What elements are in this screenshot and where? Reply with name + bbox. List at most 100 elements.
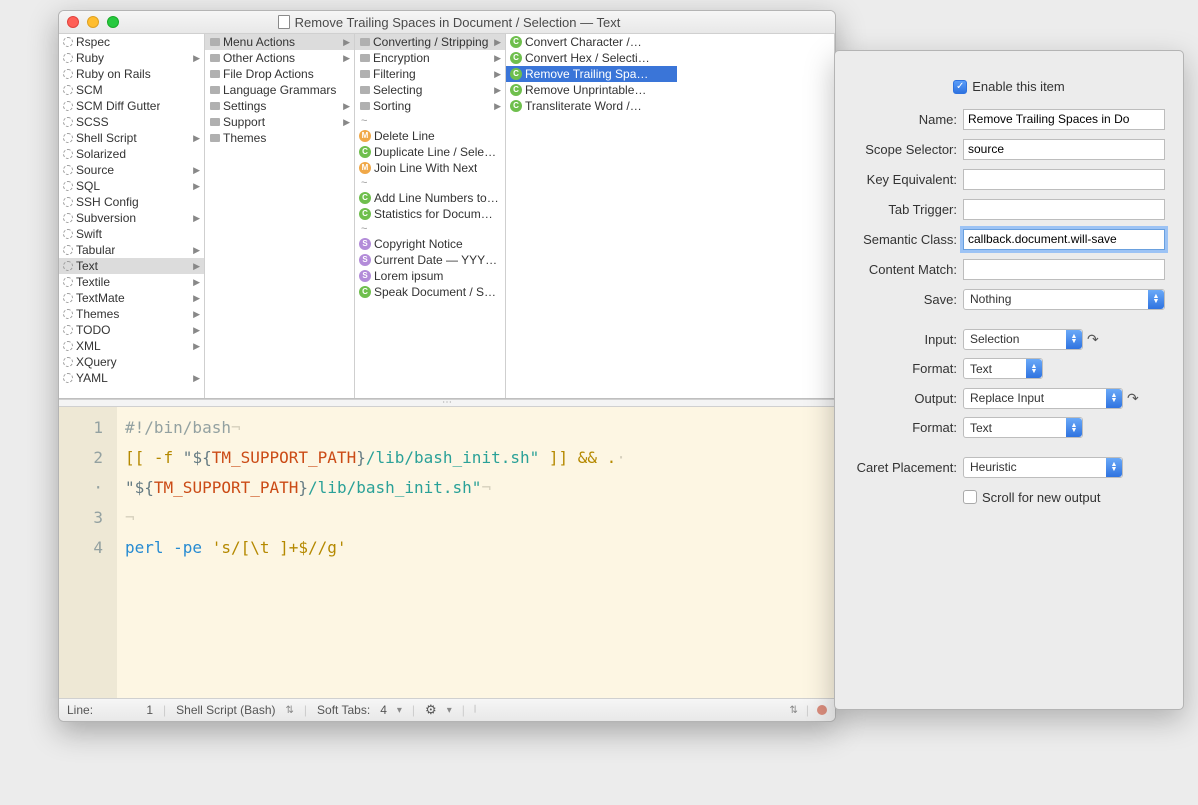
tab-trigger-input[interactable] <box>963 199 1165 220</box>
list-item[interactable]: XQuery <box>59 354 204 370</box>
command-type-icon: C <box>510 100 522 112</box>
list-item[interactable]: Converting / Stripping▶ <box>355 34 505 50</box>
line-number: 4 <box>73 533 103 563</box>
list-item[interactable]: SCSS <box>59 114 204 130</box>
list-item[interactable]: CConvert Hex / Selecti… <box>506 50 677 66</box>
code-editor[interactable]: 12·34 #!/bin/bash¬ [[ -f "${TM_SUPPORT_P… <box>59 407 835 698</box>
list-item[interactable]: Support▶ <box>205 114 354 130</box>
scroll-output-label: Scroll for new output <box>982 490 1101 505</box>
list-item[interactable]: Source▶ <box>59 162 204 178</box>
command-type-icon: C <box>510 36 522 48</box>
output-select[interactable]: Replace Input ▲▼ <box>963 388 1123 409</box>
enable-checkbox[interactable]: ✓ <box>953 80 967 94</box>
list-item[interactable]: SLorem ipsum <box>355 268 505 284</box>
folder-icon <box>359 85 370 96</box>
chevron-updown-icon: ▲▼ <box>1066 330 1082 349</box>
input-format-select[interactable]: Text ▲▼ <box>963 358 1043 379</box>
save-select[interactable]: Nothing ▲▼ <box>963 289 1165 310</box>
list-item[interactable]: TextMate▶ <box>59 290 204 306</box>
semantic-class-input[interactable] <box>963 229 1165 250</box>
list-item[interactable]: Shell Script▶ <box>59 130 204 146</box>
list-item-label: Ruby on Rails <box>76 67 151 81</box>
line-gutter: 12·34 <box>59 407 117 698</box>
category-column[interactable]: Menu Actions▶Other Actions▶File Drop Act… <box>205 34 355 398</box>
tabs-value[interactable]: 4 <box>380 703 387 717</box>
symbol-icon[interactable]: 𝅥 <box>475 703 476 718</box>
list-item[interactable]: Textile▶ <box>59 274 204 290</box>
list-item[interactable]: Encryption▶ <box>355 50 505 66</box>
grammar-selector[interactable]: Shell Script (Bash) <box>176 703 275 717</box>
scroll-indicator[interactable]: ⇅ <box>789 705 797 716</box>
caret-placement-select[interactable]: Heuristic ▲▼ <box>963 457 1123 478</box>
gear-icon[interactable]: ⚙ <box>425 702 437 718</box>
line-number: 3 <box>73 503 103 533</box>
list-item[interactable]: Themes▶ <box>59 306 204 322</box>
list-item[interactable]: Ruby▶ <box>59 50 204 66</box>
list-item[interactable]: CSpeak Document / S… <box>355 284 505 300</box>
zoom-button[interactable] <box>107 16 119 28</box>
list-item[interactable]: SCM <box>59 82 204 98</box>
list-item-label: SQL <box>76 179 100 193</box>
list-item[interactable]: SCurrent Date — YYY… <box>355 252 505 268</box>
list-item[interactable]: CStatistics for Docum… <box>355 206 505 222</box>
close-button[interactable] <box>67 16 79 28</box>
list-item[interactable]: Swift <box>59 226 204 242</box>
chevron-right-icon: ▶ <box>193 341 200 352</box>
scope-selector-input[interactable] <box>963 139 1165 160</box>
line-number: 2 <box>73 443 103 473</box>
semantic-class-label: Semantic Class: <box>853 232 963 247</box>
record-macro-button[interactable] <box>817 705 827 715</box>
list-item[interactable]: Selecting▶ <box>355 82 505 98</box>
bundle-icon <box>63 261 73 271</box>
list-item[interactable]: SCopyright Notice <box>355 236 505 252</box>
list-item[interactable]: MDelete Line <box>355 128 505 144</box>
list-item[interactable]: SSH Config <box>59 194 204 210</box>
name-input[interactable] <box>963 109 1165 130</box>
scroll-output-checkbox[interactable] <box>963 490 977 504</box>
key-equivalent-input[interactable] <box>963 169 1165 190</box>
list-item-label: Themes <box>76 307 119 321</box>
code-area[interactable]: #!/bin/bash¬ [[ -f "${TM_SUPPORT_PATH}/l… <box>117 407 835 698</box>
bundle-list-column[interactable]: RspecRuby▶Ruby on RailsSCMSCM Diff Gutte… <box>59 34 205 398</box>
input-select[interactable]: Selection ▲▼ <box>963 329 1083 350</box>
overflow-column[interactable] <box>677 34 835 398</box>
list-item[interactable]: Language Grammars <box>205 82 354 98</box>
list-item[interactable]: CRemove Unprintable… <box>506 82 677 98</box>
list-item[interactable]: Text▶ <box>59 258 204 274</box>
split-view-grabber[interactable]: ⋯ <box>59 399 835 407</box>
list-item-label: File Drop Actions <box>223 67 314 81</box>
chevron-right-icon: ▶ <box>494 53 501 64</box>
list-item[interactable]: Menu Actions▶ <box>205 34 354 50</box>
output-format-select[interactable]: Text ▲▼ <box>963 417 1083 438</box>
line-number[interactable]: 1 <box>103 703 153 717</box>
list-item[interactable]: CDuplicate Line / Sele… <box>355 144 505 160</box>
list-item[interactable]: Tabular▶ <box>59 242 204 258</box>
list-item[interactable]: Rspec <box>59 34 204 50</box>
list-item[interactable]: File Drop Actions <box>205 66 354 82</box>
list-item[interactable]: Subversion▶ <box>59 210 204 226</box>
list-item[interactable]: XML▶ <box>59 338 204 354</box>
list-item[interactable]: Ruby on Rails <box>59 66 204 82</box>
command-column[interactable]: CConvert Character /…CConvert Hex / Sele… <box>506 34 677 398</box>
submenu-column[interactable]: Converting / Stripping▶Encryption▶Filter… <box>355 34 506 398</box>
list-item[interactable]: Solarized <box>59 146 204 162</box>
chevron-right-icon: ▶ <box>343 37 350 48</box>
list-item[interactable]: CAdd Line Numbers to… <box>355 190 505 206</box>
list-item[interactable]: SQL▶ <box>59 178 204 194</box>
content-match-input[interactable] <box>963 259 1165 280</box>
list-item[interactable]: CTransliterate Word /… <box>506 98 677 114</box>
window-title-text: Remove Trailing Spaces in Document / Sel… <box>295 15 621 30</box>
list-item[interactable]: SCM Diff Gutter <box>59 98 204 114</box>
list-item[interactable]: Sorting▶ <box>355 98 505 114</box>
list-item[interactable]: CRemove Trailing Spa… <box>506 66 677 82</box>
list-item[interactable]: MJoin Line With Next <box>355 160 505 176</box>
list-item[interactable]: TODO▶ <box>59 322 204 338</box>
folder-icon <box>209 85 220 96</box>
list-item[interactable]: YAML▶ <box>59 370 204 386</box>
list-item[interactable]: Filtering▶ <box>355 66 505 82</box>
list-item[interactable]: Other Actions▶ <box>205 50 354 66</box>
minimize-button[interactable] <box>87 16 99 28</box>
list-item[interactable]: Themes <box>205 130 354 146</box>
list-item[interactable]: CConvert Character /… <box>506 34 677 50</box>
list-item[interactable]: Settings▶ <box>205 98 354 114</box>
